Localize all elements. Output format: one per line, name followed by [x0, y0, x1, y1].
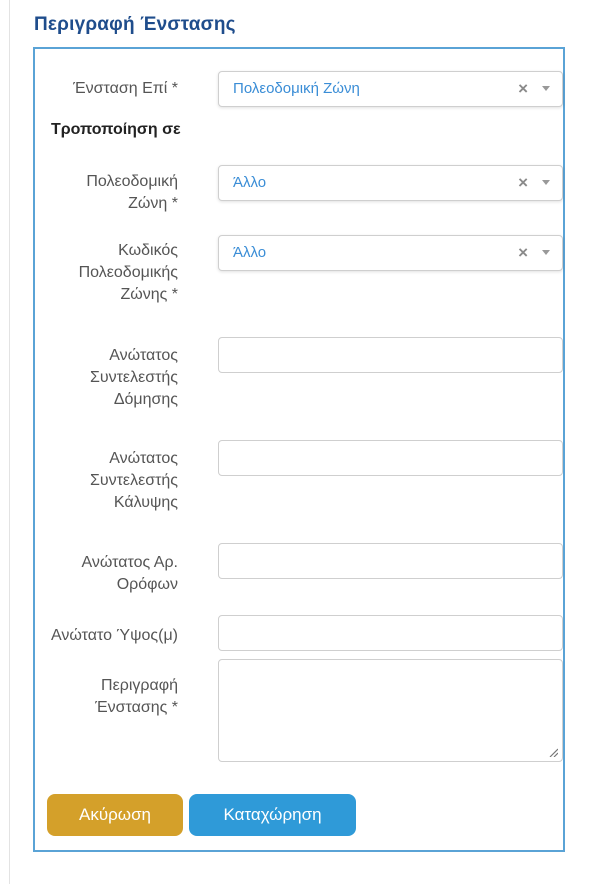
clear-icon[interactable]: ×	[518, 173, 528, 193]
objection-on-label: Ένσταση Επί *	[73, 80, 178, 97]
urban-zone-code-select[interactable]: Άλλο ×	[218, 235, 563, 271]
clear-icon[interactable]: ×	[518, 243, 528, 263]
urban-zone-label: Πολεοδομική Ζώνη *	[86, 171, 178, 215]
description-label: Περιγραφή Ένστασης *	[95, 675, 178, 719]
description-textarea[interactable]	[218, 659, 563, 762]
max-coverage-coef-label: Ανώτατος Συντελεστής Κάλυψης	[90, 448, 178, 514]
max-floors-label: Ανώτατος Αρ. Ορόφων	[82, 552, 178, 596]
urban-zone-code-label-line: Κωδικός	[118, 242, 178, 259]
chevron-down-icon[interactable]	[542, 250, 550, 255]
urban-zone-code-label-line: Ζώνης *	[120, 286, 178, 303]
max-floors-label-line: Ανώτατος Αρ.	[81, 554, 178, 571]
urban-zone-label-line: Πολεοδομική	[86, 173, 178, 190]
max-building-coef-label-line: Δόμησης	[113, 391, 178, 408]
chevron-down-icon[interactable]	[542, 180, 550, 185]
section-title: Περιγραφή Ένστασης	[34, 14, 236, 35]
description-label-line: Ένστασης *	[95, 699, 178, 716]
max-height-input[interactable]	[218, 615, 563, 651]
description-label-line: Περιγραφή	[101, 677, 178, 694]
max-building-coef-label-line: Ανώτατος	[109, 347, 178, 364]
urban-zone-select[interactable]: Άλλο ×	[218, 165, 563, 201]
resize-handle-icon[interactable]	[548, 747, 558, 757]
max-floors-input[interactable]	[218, 543, 563, 579]
max-coverage-coef-label-line: Κάλυψης	[113, 494, 178, 511]
urban-zone-code-label-line: Πολεοδομικής	[78, 264, 178, 281]
max-building-coef-label-line: Συντελεστής	[89, 369, 178, 386]
max-coverage-coef-label-line: Ανώτατος	[109, 450, 178, 467]
max-height-label: Ανώτατο Ύψος(μ)	[50, 627, 178, 644]
urban-zone-code-label: Κωδικός Πολεοδομικής Ζώνης *	[79, 240, 178, 306]
left-divider	[9, 0, 10, 884]
max-coverage-coef-input[interactable]	[218, 440, 563, 476]
urban-zone-label-line: Ζώνη *	[128, 195, 178, 212]
objection-on-select[interactable]: Πολεοδομική Ζώνη ×	[218, 71, 563, 107]
chevron-down-icon[interactable]	[542, 86, 550, 91]
objection-form-panel: Ένσταση Επί * Πολεοδομική Ζώνη × Τροποπο…	[33, 47, 565, 852]
max-coverage-coef-label-line: Συντελεστής	[89, 472, 178, 489]
submit-button[interactable]: Καταχώρηση	[189, 794, 356, 836]
max-building-coef-input[interactable]	[218, 337, 563, 373]
modify-to-subheading: Τροποποίηση σε	[51, 121, 181, 138]
objection-on-value: Πολεοδομική Ζώνη	[233, 80, 360, 97]
max-building-coef-label: Ανώτατος Συντελεστής Δόμησης	[90, 345, 178, 411]
cancel-button[interactable]: Ακύρωση	[47, 794, 183, 836]
urban-zone-code-value: Άλλο	[233, 244, 267, 261]
max-floors-label-line: Ορόφων	[116, 576, 178, 593]
clear-icon[interactable]: ×	[518, 79, 528, 99]
urban-zone-value: Άλλο	[233, 174, 267, 191]
